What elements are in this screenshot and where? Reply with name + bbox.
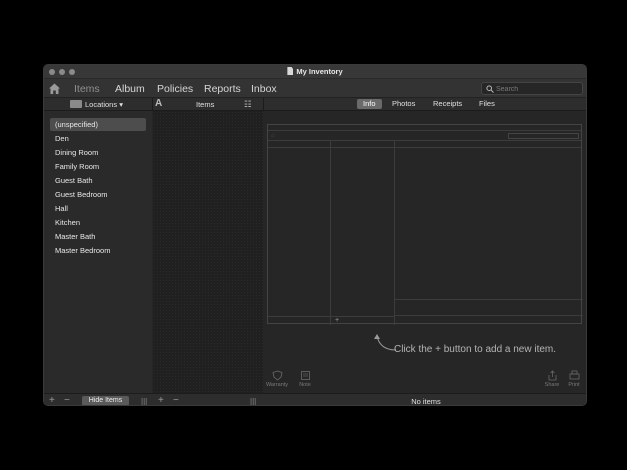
tab-inbox[interactable]: Inbox [251, 83, 277, 95]
illustration-footer: + [268, 316, 394, 325]
resize-grip[interactable]: ||| [250, 397, 256, 405]
document-icon [287, 67, 294, 75]
item-detail-pane: ⌂ + Click the + button to add a new item… [264, 111, 586, 393]
illustration-divider [330, 141, 331, 325]
illustration-divider [394, 315, 583, 316]
share-icon [548, 370, 556, 381]
status-text: No items [411, 397, 441, 406]
remove-item-button[interactable]: − [173, 395, 179, 405]
search-icon [486, 85, 494, 93]
warranty-button[interactable]: Warranty [264, 370, 290, 388]
empty-state-illustration: ⌂ + [267, 124, 583, 325]
tab-reports[interactable]: Reports [204, 83, 241, 95]
locations-sidebar: (unspecified) Den Dining Room Family Roo… [44, 111, 152, 393]
title-bar: My Inventory [44, 65, 586, 79]
hide-items-button[interactable]: Hide Items [82, 396, 129, 405]
locations-dropdown[interactable]: Locations ▾ [85, 100, 123, 109]
sidebar-item-master-bedroom[interactable]: Master Bedroom [50, 244, 146, 257]
resize-grip[interactable]: ||| [141, 397, 147, 405]
sidebar-item-guest-bath[interactable]: Guest Bath [50, 174, 146, 187]
sort-button[interactable]: A [155, 98, 162, 109]
column-header-bar: Locations ▾ A Items ☷ Info Photos Receip… [44, 98, 586, 111]
print-label: Print [568, 382, 580, 388]
print-icon [569, 370, 579, 380]
home-icon[interactable] [48, 82, 61, 95]
window-title-text: My Inventory [296, 67, 343, 76]
folder-icon [70, 100, 82, 108]
sidebar-item-kitchen[interactable]: Kitchen [50, 216, 146, 229]
remove-location-button[interactable]: − [64, 395, 70, 405]
add-item-button[interactable]: + [158, 395, 164, 405]
tab-receipts[interactable]: Receipts [427, 99, 468, 109]
illustration-search [508, 133, 579, 139]
bottom-toolbar: + − Hide Items ||| + − ||| No items [44, 393, 586, 406]
illustration-nav: ⌂ [268, 131, 581, 141]
sidebar-item-family-room[interactable]: Family Room [50, 160, 146, 173]
print-button[interactable]: Print [561, 370, 586, 388]
sidebar-item-dining-room[interactable]: Dining Room [50, 146, 146, 159]
illustration-divider [394, 141, 395, 325]
sidebar-item-den[interactable]: Den [50, 132, 146, 145]
tab-photos[interactable]: Photos [386, 99, 421, 109]
share-label: Share [544, 382, 560, 388]
note-icon [300, 371, 310, 380]
sidebar-item-guest-bedroom[interactable]: Guest Bedroom [50, 188, 146, 201]
column-divider [263, 98, 264, 110]
tab-items[interactable]: Items [74, 83, 100, 95]
main-nav: Items Album Policies Reports Inbox [44, 79, 586, 98]
warranty-icon [272, 370, 282, 381]
sidebar-item-unspecified[interactable]: (unspecified) [50, 118, 146, 131]
items-list[interactable] [153, 111, 263, 393]
app-window: My Inventory Items Album Policies Report… [43, 64, 587, 406]
tab-album[interactable]: Album [115, 83, 145, 95]
illustration-divider [394, 299, 583, 300]
illustration-column-header [268, 141, 581, 148]
note-button[interactable]: Note [292, 370, 318, 388]
column-divider [152, 98, 153, 110]
items-column-label: Items [196, 100, 215, 109]
sidebar-item-hall[interactable]: Hall [50, 202, 146, 215]
tab-policies[interactable]: Policies [157, 83, 193, 95]
search-box[interactable] [481, 82, 583, 95]
tab-info[interactable]: Info [357, 99, 382, 109]
tab-files[interactable]: Files [473, 99, 501, 109]
warranty-label: Warranty [265, 382, 289, 388]
window-title: My Inventory [44, 67, 586, 76]
add-location-button[interactable]: + [49, 395, 55, 405]
empty-state-hint: Click the + button to add a new item. [394, 344, 557, 355]
search-input[interactable] [496, 84, 580, 94]
view-toggle-icon[interactable]: ☷ [244, 99, 252, 110]
sidebar-item-master-bath[interactable]: Master Bath [50, 230, 146, 243]
note-label: Note [299, 382, 311, 388]
